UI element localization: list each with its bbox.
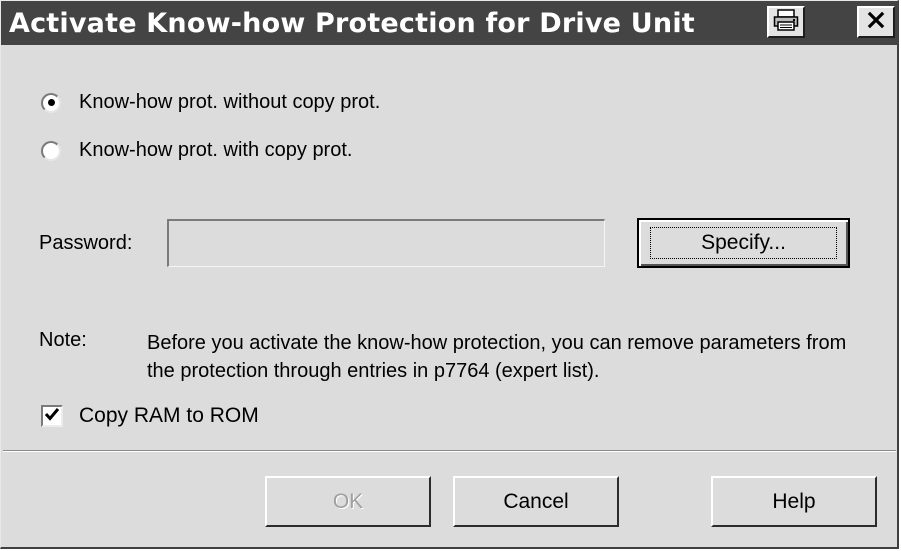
checkmark-icon (44, 406, 60, 427)
close-icon (867, 11, 885, 34)
note-label: Note: (39, 329, 87, 351)
radio-label-without-copy-prot: Know-how prot. without copy prot. (79, 91, 381, 113)
know-how-protection-dialog: Activate Know-how Protection for Drive U… (0, 0, 899, 549)
radio-without-copy-prot[interactable]: Know-how prot. without copy prot. (41, 91, 380, 114)
password-field[interactable] (167, 219, 605, 267)
radio-button-selected[interactable] (41, 92, 61, 113)
close-button[interactable] (857, 6, 895, 38)
help-button[interactable]: Help (711, 476, 877, 527)
footer-separator (3, 450, 896, 452)
printer-icon (773, 8, 799, 36)
specify-button[interactable]: Specify... (637, 218, 850, 268)
note-text: Before you activate the know-how protect… (147, 332, 847, 382)
print-button[interactable] (767, 6, 805, 38)
radio-with-copy-prot[interactable]: Know-how prot. with copy prot. (41, 139, 352, 162)
cancel-button[interactable]: Cancel (453, 476, 619, 527)
copy-ram-to-rom-option[interactable]: Copy RAM to ROM (41, 404, 259, 428)
specify-label: Specify... (701, 231, 786, 254)
copy-ram-to-rom-checkbox[interactable] (41, 405, 63, 427)
radio-button-unselected[interactable] (41, 140, 61, 161)
ok-button[interactable]: OK (265, 476, 431, 527)
title-bar[interactable]: Activate Know-how Protection for Drive U… (1, 1, 898, 45)
dialog-title: Activate Know-how Protection for Drive U… (9, 8, 695, 39)
password-label: Password: (39, 232, 133, 254)
radio-label-with-copy-prot: Know-how prot. with copy prot. (79, 139, 353, 161)
specify-focus-ring: Specify... (650, 227, 837, 259)
copy-ram-to-rom-label: Copy RAM to ROM (79, 404, 259, 427)
